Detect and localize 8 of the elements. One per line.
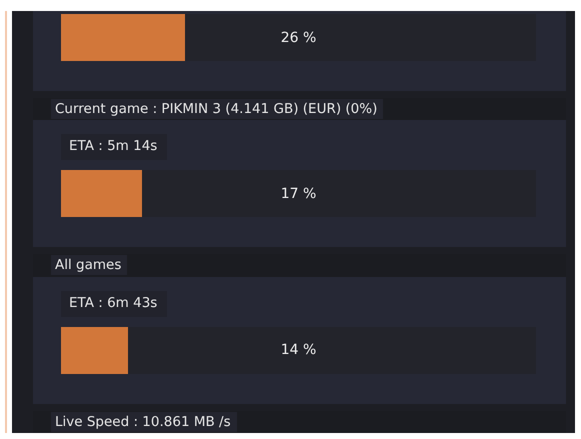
progress-percent: 14 % <box>280 342 318 358</box>
group-title: Current game : PIKMIN 3 (4.141 GB) (EUR) (0%) <box>51 99 384 120</box>
eta-label: ETA : 5m 14s <box>61 134 168 160</box>
group-title: Live Speed : 10.861 MB /s <box>51 412 237 432</box>
eta-label: ETA : 6m 43s <box>61 290 168 317</box>
progress-percent: 17 % <box>280 186 318 202</box>
progress-percent: 26 % <box>280 30 318 46</box>
group-title: All games <box>51 255 128 276</box>
